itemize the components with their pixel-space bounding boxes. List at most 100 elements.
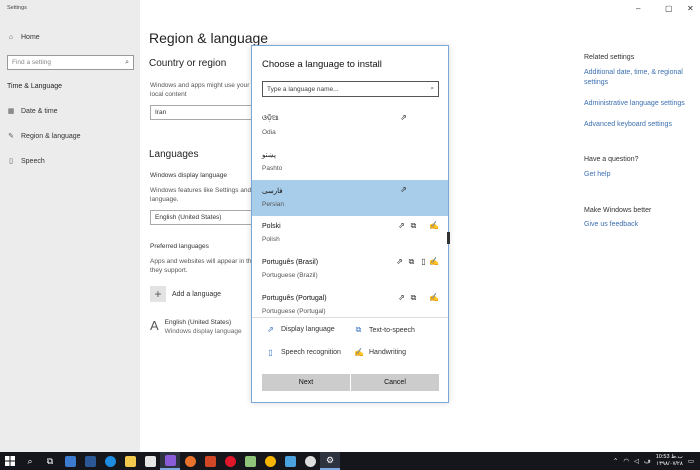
- opera-icon: [224, 455, 236, 467]
- question-heading: Have a question?: [584, 156, 639, 163]
- next-button[interactable]: Next: [262, 374, 350, 391]
- language-search-input[interactable]: Type a language name... ⌕: [262, 81, 439, 97]
- link-give-feedback[interactable]: Give us feedback: [584, 221, 638, 228]
- plus-icon: +: [150, 286, 166, 302]
- taskbar-app-notes[interactable]: [240, 452, 260, 470]
- keyboard-language-icon[interactable]: ف: [644, 457, 651, 465]
- taskbar-app-store[interactable]: [140, 452, 160, 470]
- gear-icon: ⚙: [325, 454, 335, 465]
- task-view-button[interactable]: ⧉: [40, 452, 60, 470]
- clock-time: 10:53 ب.ظ: [655, 454, 683, 460]
- legend-speech-label: Speech recognition: [281, 349, 341, 356]
- start-button[interactable]: [0, 452, 20, 470]
- maximize-button[interactable]: ▢: [665, 4, 673, 13]
- taskbar-app-powerpoint[interactable]: [200, 452, 220, 470]
- text-to-speech-icon: ⧉: [408, 257, 415, 266]
- search-button[interactable]: ⌕: [20, 452, 40, 470]
- network-icon[interactable]: ◠: [623, 457, 629, 465]
- language-english-name: Portuguese (Portugal): [262, 308, 326, 315]
- choose-language-dialog: Choose a language to install Type a lang…: [251, 45, 450, 403]
- display-language-icon: ⇗: [400, 185, 407, 194]
- cancel-button[interactable]: Cancel: [351, 374, 439, 391]
- text-to-speech-icon: ⧉: [410, 293, 417, 302]
- taskbar-app-firefox[interactable]: [180, 452, 200, 470]
- taskbar-app-settings[interactable]: ⚙: [320, 452, 340, 470]
- feedback-heading: Make Windows better: [584, 207, 652, 214]
- speaker-icon[interactable]: ◁: [634, 457, 639, 465]
- chevron-up-icon[interactable]: ⌃: [613, 457, 618, 465]
- text-to-speech-icon: ⧉: [355, 325, 362, 334]
- microphone-icon: ▯: [9, 158, 13, 165]
- display-language-select[interactable]: English (United States): [150, 210, 258, 225]
- taskbar-app-chrome[interactable]: [260, 452, 280, 470]
- list-scrollbar[interactable]: [447, 232, 450, 244]
- find-setting-input[interactable]: Find a setting ⌕: [7, 55, 134, 70]
- display-language-desc-line2: language.: [150, 196, 179, 203]
- taskbar-app-word[interactable]: [80, 452, 100, 470]
- link-admin-language[interactable]: Administrative language settings: [584, 100, 685, 107]
- link-get-help[interactable]: Get help: [584, 171, 610, 178]
- p-app-icon: [304, 455, 316, 467]
- firefox-icon: [184, 455, 196, 467]
- taskbar-app-edge[interactable]: [100, 452, 120, 470]
- taskbar-app-p[interactable]: [300, 452, 320, 470]
- legend-display-label: Display language: [281, 326, 335, 333]
- close-button[interactable]: ✕: [687, 4, 694, 13]
- sidebar-item-region-language[interactable]: ✎ Region & language: [7, 132, 81, 141]
- language-native-name: پښتو: [262, 152, 276, 159]
- legend-handwriting-label: Handwriting: [369, 349, 406, 356]
- handwriting-icon: ✍: [429, 257, 439, 266]
- notes-icon: [244, 455, 256, 467]
- preferred-desc-line2: they support.: [150, 267, 188, 274]
- list-item-polish[interactable]: Polski Polish ⇗ ⧉ ✍: [252, 216, 448, 252]
- add-language-label: Add a language: [172, 290, 222, 298]
- text-to-speech-icon: ⧉: [410, 221, 417, 230]
- visual-studio-icon: [164, 454, 176, 466]
- legend-display: ⇗ Display language: [266, 325, 335, 334]
- country-select[interactable]: Iran: [150, 105, 258, 120]
- language-entry-english[interactable]: A English (United States) Windows displa…: [150, 318, 242, 336]
- list-item-portuguese-portugal[interactable]: Português (Portugal) Portuguese (Portuga…: [252, 288, 448, 317]
- link-additional-date-time[interactable]: Additional date, time, & regional: [584, 69, 683, 76]
- preferred-desc-line1: Apps and websites will appear in th: [150, 258, 252, 265]
- minimize-button[interactable]: –: [636, 4, 640, 13]
- language-entry-name: English (United States): [164, 319, 232, 326]
- taskbar-app-opera[interactable]: [220, 452, 240, 470]
- task-view-icon: ⧉: [46, 455, 54, 466]
- language-native-name: ଓଡ଼ିଆ: [262, 115, 279, 122]
- folder-icon: [124, 455, 136, 467]
- clock[interactable]: 10:53 ب.ظ ۱۳۹۸/۰۷/۲۸: [656, 454, 683, 468]
- list-item-persian[interactable]: فارسی Persian ⇗: [252, 180, 448, 216]
- window-title: Settings: [7, 5, 27, 11]
- notification-icon[interactable]: ▭: [688, 457, 694, 465]
- sidebar-item-date-time[interactable]: ▦ Date & time: [7, 107, 58, 116]
- link-advanced-keyboard[interactable]: Advanced keyboard settings: [584, 121, 672, 128]
- taskbar-app-1[interactable]: [60, 452, 80, 470]
- add-language-button[interactable]: + Add a language: [150, 286, 221, 302]
- taskbar-app-explorer[interactable]: [120, 452, 140, 470]
- page-title: Region & language: [149, 30, 269, 46]
- microphone-icon: ▯: [268, 348, 273, 357]
- sidebar-item-label: Region & language: [21, 132, 81, 140]
- taskbar-app-vs[interactable]: [160, 452, 180, 470]
- list-item-odia[interactable]: ଓଡ଼ିଆ Odia ⇗: [252, 108, 448, 144]
- handwriting-icon: ✍: [354, 348, 364, 357]
- legend-tts: ⧉ Text-to-speech: [354, 325, 415, 335]
- sidebar-item-label: Speech: [21, 157, 45, 165]
- link-additional-date-time-cont[interactable]: settings: [584, 79, 608, 86]
- display-language-icon: ⇗: [267, 325, 274, 334]
- display-language-icon: ⇗: [396, 257, 403, 266]
- sidebar-item-speech[interactable]: ▯ Speech: [7, 157, 45, 166]
- sidebar-item-label: Date & time: [21, 107, 58, 115]
- nav-section-title: Time & Language: [7, 83, 62, 90]
- languages-heading: Languages: [149, 149, 199, 160]
- list-item-pashto[interactable]: پښتو Pashto: [252, 144, 448, 180]
- taskbar: ⌕ ⧉ ⚙ ⌃ ◠ ◁ ف 10:53 ب.ظ ۱۳۹۸/۰۷/۲۸ ▭: [0, 452, 700, 470]
- list-item-portuguese-brazil[interactable]: Português (Brasil) Portuguese (Brazil) ⇗…: [252, 252, 448, 288]
- language-english-name: Odia: [262, 129, 276, 136]
- language-list[interactable]: ଓଡ଼ିଆ Odia ⇗ پښتو Pashto فارسی Persian ⇗…: [252, 108, 448, 318]
- search-icon: ⌕: [27, 455, 33, 466]
- taskbar-app-photos[interactable]: [280, 452, 300, 470]
- microphone-icon: ▯: [421, 257, 426, 266]
- nav-home[interactable]: ⌂ Home: [7, 33, 40, 41]
